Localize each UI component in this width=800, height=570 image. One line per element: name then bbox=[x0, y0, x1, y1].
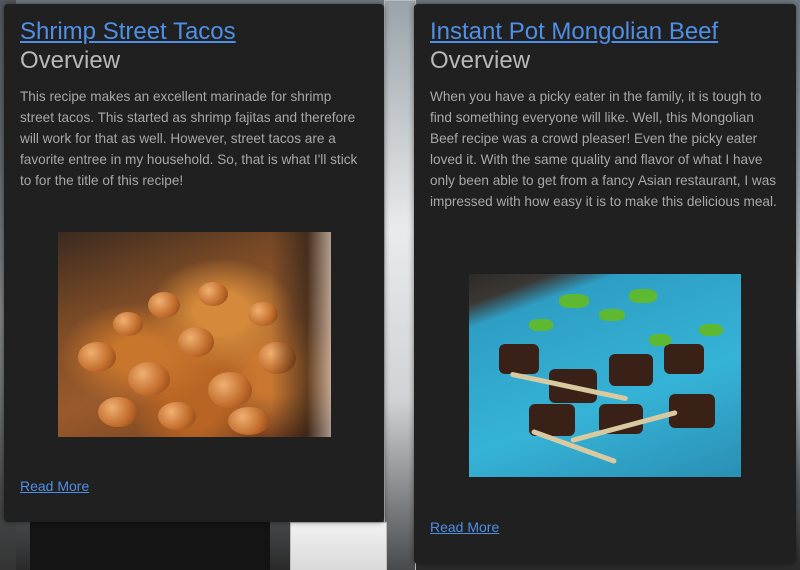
background-cabinet bbox=[384, 0, 416, 570]
overview-heading: Overview bbox=[20, 47, 121, 74]
read-more-link[interactable]: Read More bbox=[430, 519, 499, 535]
recipe-title-link[interactable]: Shrimp Street Tacos bbox=[20, 18, 236, 46]
recipe-description: When you have a picky eater in the famil… bbox=[430, 89, 777, 209]
mongolian-beef-photo bbox=[469, 274, 741, 477]
recipe-card-mongolian-beef: Instant Pot Mongolian Beef Overview When… bbox=[414, 4, 796, 564]
overview-heading: Overview bbox=[430, 47, 531, 74]
recipe-title-link[interactable]: Instant Pot Mongolian Beef bbox=[430, 18, 718, 46]
read-more-link[interactable]: Read More bbox=[20, 478, 89, 494]
shrimp-tacos-photo bbox=[58, 232, 331, 437]
recipe-card-shrimp: Shrimp Street Tacos Overview This recipe… bbox=[4, 4, 384, 522]
background-shadow bbox=[30, 522, 270, 570]
recipe-description: This recipe makes an excellent marinade … bbox=[20, 89, 358, 188]
background-cabinet-bottom bbox=[290, 522, 387, 570]
